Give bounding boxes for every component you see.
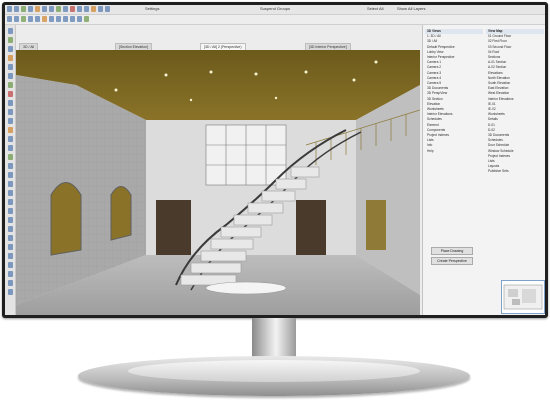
- layer-icon[interactable]: [7, 16, 12, 22]
- column-tool-icon[interactable]: [7, 64, 13, 70]
- navigator-project-map: 3D Views 1. 3D / All 3D / All Default Pe…: [425, 29, 483, 154]
- select-all-button[interactable]: Select All: [367, 6, 383, 11]
- slab-icon[interactable]: [56, 6, 61, 12]
- door-icon[interactable]: [28, 6, 33, 12]
- suspend-groups-button[interactable]: Suspend Groups: [260, 6, 290, 11]
- skylight-tool-icon[interactable]: [7, 127, 13, 133]
- preview-thumbnail: [503, 284, 543, 310]
- orbit-icon[interactable]: [84, 16, 89, 22]
- pen-icon[interactable]: [14, 16, 19, 22]
- mesh-tool-icon[interactable]: [7, 181, 13, 187]
- spline-icon[interactable]: [42, 16, 47, 22]
- place-drawing-button[interactable]: Place Drawing: [431, 247, 473, 255]
- polyline-tool-icon[interactable]: [7, 244, 13, 250]
- toolbar-icon-group[interactable]: [7, 6, 110, 13]
- text-icon[interactable]: [105, 6, 110, 12]
- monitor-stand-base-top: [128, 360, 420, 382]
- detail-tool-icon[interactable]: [7, 280, 13, 286]
- secondary-toolbar: [5, 15, 545, 25]
- door-tool-icon[interactable]: [7, 46, 13, 52]
- interior-render: [16, 50, 420, 315]
- hotspot-icon[interactable]: [49, 16, 54, 22]
- beam-tool-icon[interactable]: [7, 73, 13, 79]
- worksheet-tool-icon[interactable]: [7, 289, 13, 295]
- column-icon[interactable]: [42, 6, 47, 12]
- settings-menu[interactable]: Settings: [145, 6, 159, 11]
- section-tool-icon[interactable]: [7, 262, 13, 268]
- arrow-icon[interactable]: [7, 6, 12, 12]
- roof-tool-icon[interactable]: [7, 109, 13, 115]
- left-arch-niche: [50, 182, 82, 256]
- window-tool-icon[interactable]: [7, 55, 13, 61]
- select-tool-icon[interactable]: [7, 28, 13, 34]
- 3d-viewport[interactable]: [16, 50, 420, 315]
- object-tool-icon[interactable]: [7, 154, 13, 160]
- navigator-preview[interactable]: [501, 280, 545, 314]
- arc-tool-icon[interactable]: [7, 235, 13, 241]
- zone-icon[interactable]: [84, 6, 89, 12]
- navigator-item[interactable]: Help: [425, 149, 483, 154]
- morph-tool-icon[interactable]: [7, 145, 13, 151]
- navigator-view-map: View Map 01 Ground Floor 02 First Floor …: [486, 29, 544, 175]
- create-perspective-button[interactable]: Create Perspective: [431, 257, 473, 265]
- shell-tool-icon[interactable]: [7, 118, 13, 124]
- zone-tool-icon[interactable]: [7, 172, 13, 178]
- lamp-tool-icon[interactable]: [7, 163, 13, 169]
- dimension-icon[interactable]: [98, 6, 103, 12]
- window-icon[interactable]: [35, 6, 40, 12]
- left-arch-niche-2: [110, 186, 132, 241]
- slab-tool-icon[interactable]: [7, 82, 13, 88]
- navigator-item[interactable]: Publisher Sets: [486, 169, 544, 174]
- arc-icon[interactable]: [35, 16, 40, 22]
- zoom-icon[interactable]: [70, 16, 75, 22]
- monitor-bezel: Settings Suspend Groups Select All Show …: [2, 2, 548, 318]
- navigator-panel: 3D Views 1. 3D / All 3D / All Default Pe…: [422, 25, 545, 315]
- wall-icon[interactable]: [21, 6, 26, 12]
- fill-icon[interactable]: [21, 16, 26, 22]
- application-window: Settings Suspend Groups Select All Show …: [5, 5, 545, 315]
- elevation-tool-icon[interactable]: [7, 271, 13, 277]
- pan-icon[interactable]: [77, 16, 82, 22]
- wall-tool-icon[interactable]: [7, 37, 13, 43]
- side-door: [296, 200, 326, 255]
- figure-icon[interactable]: [56, 16, 61, 22]
- back-door: [156, 200, 191, 255]
- curtain-wall-tool-icon[interactable]: [7, 136, 13, 142]
- stair-icon[interactable]: [70, 6, 75, 12]
- show-all-layers-button[interactable]: Show All Layers: [397, 6, 425, 11]
- line-icon[interactable]: [28, 16, 33, 22]
- drawing-tool-icon[interactable]: [7, 253, 13, 259]
- camera-icon[interactable]: [63, 16, 68, 22]
- label-tool-icon[interactable]: [7, 199, 13, 205]
- roof-icon[interactable]: [63, 6, 68, 12]
- railing-icon[interactable]: [77, 6, 82, 12]
- secondary-toolbar-icons[interactable]: [7, 16, 89, 23]
- stair-tool-icon[interactable]: [7, 91, 13, 97]
- fill-tool-icon[interactable]: [7, 217, 13, 223]
- line-tool-icon[interactable]: [7, 226, 13, 232]
- object-icon[interactable]: [91, 6, 96, 12]
- railing-tool-icon[interactable]: [7, 100, 13, 106]
- marquee-icon[interactable]: [14, 6, 19, 12]
- main-toolbar: Settings Suspend Groups Select All Show …: [5, 5, 545, 15]
- beam-icon[interactable]: [49, 6, 54, 12]
- toolbox: [5, 25, 16, 315]
- dimension-tool-icon[interactable]: [7, 190, 13, 196]
- text-tool-icon[interactable]: [7, 208, 13, 214]
